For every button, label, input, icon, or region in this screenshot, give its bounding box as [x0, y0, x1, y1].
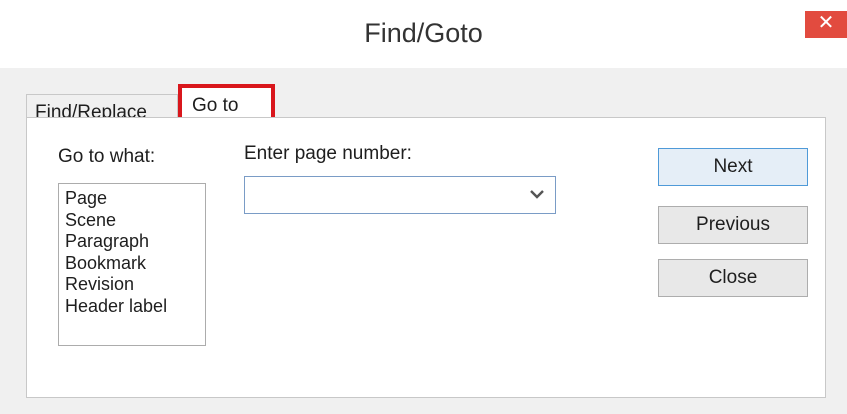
go-to-panel: Go to what: Page Scene Paragraph Bookmar… — [26, 117, 826, 398]
go-to-what-label: Go to what: — [58, 146, 156, 167]
list-item-scene[interactable]: Scene — [65, 210, 205, 232]
list-item-revision[interactable]: Revision — [65, 274, 205, 296]
dialog-client-area: Find/Replace Go to Go to what: Page Scen… — [0, 68, 847, 414]
next-button[interactable]: Next — [658, 148, 808, 186]
chevron-down-icon[interactable] — [529, 186, 545, 202]
list-item-bookmark[interactable]: Bookmark — [65, 253, 205, 275]
go-to-what-listbox[interactable]: Page Scene Paragraph Bookmark Revision H… — [58, 183, 206, 346]
list-item-paragraph[interactable]: Paragraph — [65, 231, 205, 253]
window-title: Find/Goto — [364, 18, 483, 48]
page-number-combobox[interactable] — [244, 176, 556, 214]
list-item-page[interactable]: Page — [65, 188, 205, 210]
close-button[interactable]: Close — [658, 259, 808, 297]
page-number-label: Enter page number: — [244, 143, 412, 164]
title-bar[interactable]: Find/Goto ✕ — [0, 0, 847, 68]
find-goto-dialog: Find/Goto ✕ Find/Replace Go to Go to wha… — [0, 0, 847, 414]
list-item-header-label[interactable]: Header label — [65, 296, 205, 318]
close-icon[interactable]: ✕ — [805, 11, 847, 38]
previous-button[interactable]: Previous — [658, 206, 808, 244]
